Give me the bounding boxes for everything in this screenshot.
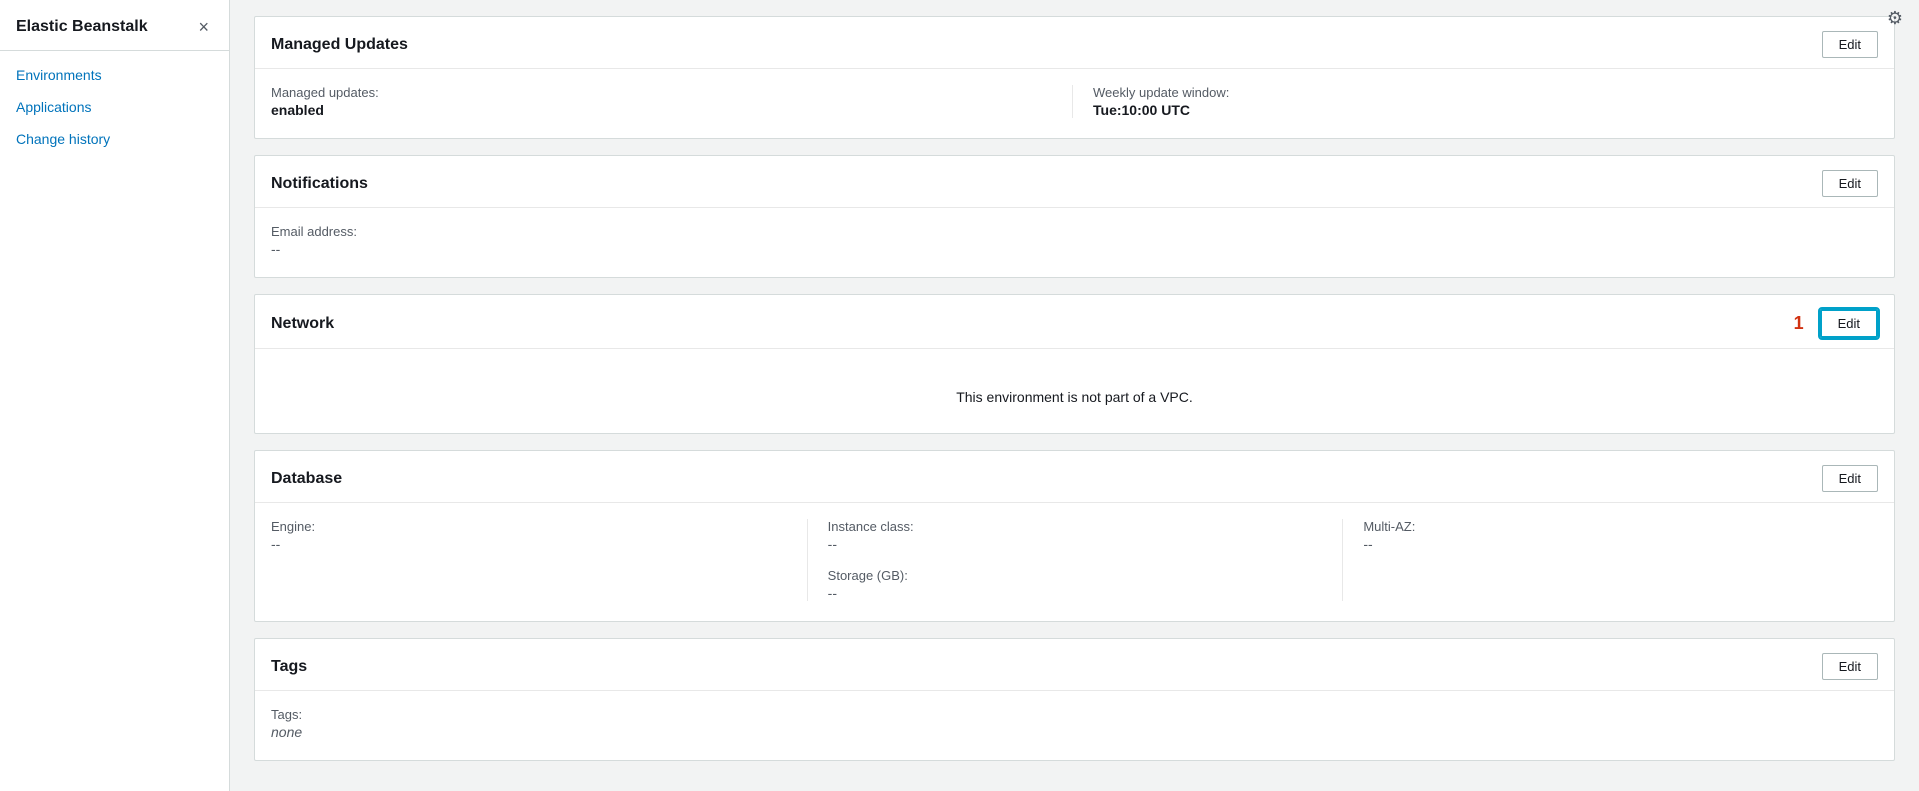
network-vpc-message: This environment is not part of a VPC. [271,365,1878,413]
network-header-actions: 1 Edit [1794,309,1878,338]
network-section: Network 1 Edit This environment is not p… [254,294,1895,434]
managed-updates-status-value: enabled [271,102,1056,118]
sidebar-navigation: Environments Applications Change history [0,51,229,163]
tags-edit-button[interactable]: Edit [1822,653,1878,680]
database-engine-value: -- [271,536,791,552]
database-multiaz-value: -- [1363,536,1878,552]
database-multiaz-field: Multi-AZ: -- [1363,519,1878,552]
tags-header: Tags Edit [255,639,1894,691]
notifications-title: Notifications [271,175,368,193]
managed-updates-field-window: Weekly update window: Tue:10:00 UTC [1072,85,1878,118]
sidebar-close-button[interactable]: × [194,16,213,38]
settings-icon[interactable]: ⚙ [1887,8,1903,29]
database-multiaz-col: Multi-AZ: -- [1342,519,1878,601]
notifications-header: Notifications Edit [255,156,1894,208]
database-engine-field: Engine: -- [271,519,791,552]
managed-updates-section: Managed Updates Edit Managed updates: en… [254,16,1895,139]
database-fields: Engine: -- Instance class: -- Storage (G… [271,519,1878,601]
database-multiaz-label: Multi-AZ: [1363,519,1878,534]
notifications-body: Email address: -- [255,208,1894,277]
sidebar-item-change-history[interactable]: Change history [0,123,229,155]
notifications-field-email: Email address: -- [271,224,1878,257]
network-body: This environment is not part of a VPC. [255,349,1894,433]
sidebar-item-environments[interactable]: Environments [0,59,229,91]
database-storage-label: Storage (GB): [828,568,1343,583]
network-header: Network 1 Edit [255,295,1894,349]
database-body: Engine: -- Instance class: -- Storage (G… [255,503,1894,621]
managed-updates-title: Managed Updates [271,36,408,54]
managed-updates-header: Managed Updates Edit [255,17,1894,69]
tags-value: none [271,724,1862,740]
database-storage-field: Storage (GB): -- [828,568,1343,601]
tags-field: Tags: none [271,707,1878,740]
managed-updates-body: Managed updates: enabled Weekly update w… [255,69,1894,138]
managed-updates-edit-button[interactable]: Edit [1822,31,1878,58]
network-highlight-number: 1 [1794,313,1804,334]
notifications-section: Notifications Edit Email address: -- [254,155,1895,278]
database-edit-button[interactable]: Edit [1822,465,1878,492]
tags-section: Tags Edit Tags: none [254,638,1895,761]
network-title: Network [271,315,334,333]
tags-body: Tags: none [255,691,1894,760]
database-title: Database [271,470,342,488]
database-engine-col: Engine: -- [271,519,807,601]
main-content: Managed Updates Edit Managed updates: en… [230,0,1919,791]
database-engine-label: Engine: [271,519,791,534]
database-instance-label: Instance class: [828,519,1343,534]
database-header: Database Edit [255,451,1894,503]
database-instance-field: Instance class: -- [828,519,1343,552]
sidebar-title: Elastic Beanstalk [16,18,148,36]
managed-updates-fields: Managed updates: enabled Weekly update w… [271,85,1878,118]
network-edit-button[interactable]: Edit [1820,309,1878,338]
managed-updates-window-label: Weekly update window: [1093,85,1878,100]
managed-updates-field-status: Managed updates: enabled [271,85,1072,118]
sidebar-item-applications[interactable]: Applications [0,91,229,123]
sidebar: Elastic Beanstalk × Environments Applica… [0,0,230,791]
database-instance-value: -- [828,536,1343,552]
managed-updates-window-value: Tue:10:00 UTC [1093,102,1878,118]
tags-fields: Tags: none [271,707,1878,740]
notifications-email-value: -- [271,241,1862,257]
managed-updates-status-label: Managed updates: [271,85,1056,100]
database-storage-value: -- [828,585,1343,601]
notifications-edit-button[interactable]: Edit [1822,170,1878,197]
sidebar-header: Elastic Beanstalk × [0,0,229,51]
tags-title: Tags [271,658,307,676]
notifications-email-label: Email address: [271,224,1862,239]
database-instance-col: Instance class: -- Storage (GB): -- [807,519,1343,601]
notifications-fields: Email address: -- [271,224,1878,257]
tags-label: Tags: [271,707,1862,722]
database-section: Database Edit Engine: -- Instance class:… [254,450,1895,622]
